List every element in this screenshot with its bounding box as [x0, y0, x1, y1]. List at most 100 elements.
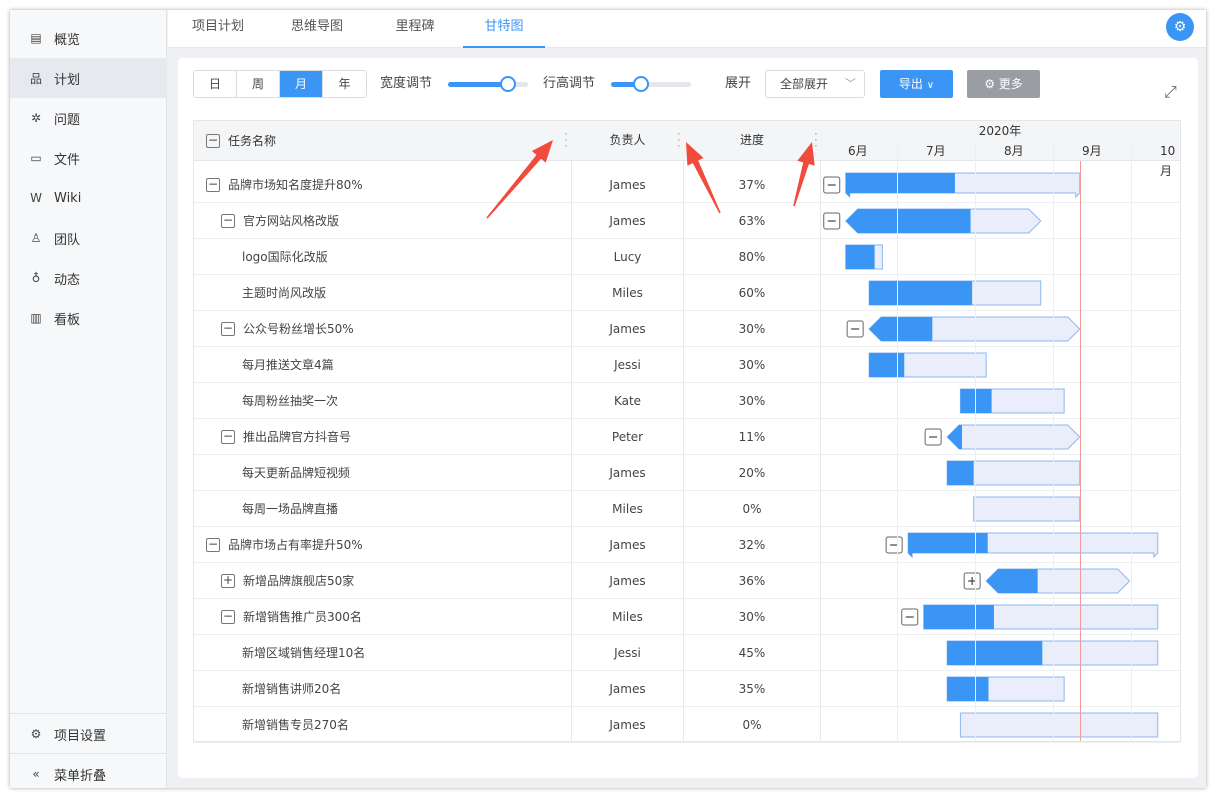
gantt-bar[interactable] [823, 172, 1081, 199]
table-row[interactable]: logo国际化改版 Lucy 80% [194, 239, 820, 275]
gantt-bar[interactable] [973, 496, 1081, 522]
gantt-bar[interactable] [868, 352, 987, 378]
task-owner: Jessi [614, 646, 641, 660]
column-resize-handle[interactable]: · · · [677, 128, 681, 152]
collapse-icon[interactable] [885, 536, 903, 554]
column-resize-handle[interactable]: · · · [814, 128, 818, 152]
collapse-menu-button[interactable]: « 菜单折叠 [10, 754, 167, 788]
table-row[interactable]: 新增区域销售经理10名 Jessi 45% [194, 635, 820, 671]
collapse-icon[interactable]: − [221, 430, 235, 444]
expand-select[interactable]: 全部展开 ﹀ [765, 70, 865, 98]
scale-button-0[interactable]: 日 [194, 71, 237, 97]
expand-icon[interactable]: + [221, 574, 235, 588]
bar-progress [960, 389, 992, 413]
task-name-cell: 每月推送文章4篇 [242, 347, 334, 383]
chart-row-line [821, 454, 1180, 455]
table-row[interactable]: − 品牌市场知名度提升80% James 37% [194, 167, 820, 203]
task-progress: 60% [738, 286, 766, 300]
scale-button-2[interactable]: 月 [280, 71, 323, 97]
table-row[interactable]: 每月推送文章4篇 Jessi 30% [194, 347, 820, 383]
owner-header: 负责人 [609, 133, 646, 147]
fullscreen-icon[interactable]: ⤢ [1164, 82, 1177, 102]
sidebar-item-issues[interactable]: ✲ 问题 [10, 98, 167, 138]
sidebar-item-overview[interactable]: ▤ 概览 [10, 18, 167, 58]
table-row[interactable]: − 推出品牌官方抖音号 Peter 11% [194, 419, 820, 455]
collapse-icon[interactable]: − [206, 178, 220, 192]
gantt-grid: − 任务名称 负责人 进度 · · · · · · · · · 2020年 − 品牌市场知名度… [193, 120, 1181, 743]
collapse-menu-label: 菜单折叠 [54, 768, 107, 784]
gantt-bar[interactable] [924, 424, 1081, 450]
task-name-cell: 每周粉丝抽奖一次 [242, 383, 338, 419]
table-row[interactable]: 新增销售讲师20名 James 35% [194, 671, 820, 707]
table-row[interactable]: 每周一场品牌直播 Miles 0% [194, 491, 820, 527]
gantt-bar[interactable] [846, 316, 1081, 342]
sidebar-item-plan[interactable]: 品计划 [10, 58, 167, 98]
board-icon: ▥ [30, 311, 42, 325]
collapse-icon[interactable] [901, 608, 919, 626]
width-slider[interactable] [448, 76, 528, 92]
row-height-slider-handle[interactable] [633, 76, 650, 92]
table-row[interactable]: − 公众号粉丝增长50% James 30% [194, 311, 820, 347]
app-window: ▤ 概览品计划 ✲ 问题 ▭ 文件 W Wiki ♙ 团队 ♁ 动态 ▥ 看板 ⚙ 项目设置 « 菜单折叠 ⚙ 项… [10, 10, 1206, 788]
tab-0[interactable]: 项目计划 [178, 10, 258, 48]
collapse-all-icon[interactable]: − [206, 134, 220, 148]
gantt-bar[interactable] [963, 568, 1131, 594]
task-name-cell: − 品牌市场知名度提升80% [206, 167, 363, 203]
sidebar-item-activity[interactable]: ♁ 动态 [10, 258, 167, 298]
gantt-bar[interactable] [885, 532, 1159, 559]
sidebar-item-board[interactable]: ▥ 看板 [10, 298, 167, 338]
gantt-bar[interactable] [946, 460, 1081, 486]
table-row[interactable]: + 新增品牌旗舰店50家 James 36% [194, 563, 820, 599]
table-row[interactable]: 每天更新品牌短视频 James 20% [194, 455, 820, 491]
collapse-icon[interactable]: − [221, 610, 235, 624]
column-resize-handle[interactable]: · · · [564, 128, 568, 152]
gear-icon[interactable]: ⚙ [1166, 13, 1194, 41]
collapse-icon[interactable] [823, 212, 841, 230]
table-row[interactable]: − 新增销售推广员300名 Miles 30% [194, 599, 820, 635]
export-button[interactable]: 导出 ∨ [880, 70, 953, 98]
tab-2[interactable]: 里程碑 [380, 10, 450, 48]
collapse-icon[interactable] [823, 176, 841, 194]
table-row[interactable]: 主题时尚风改版 Miles 60% [194, 275, 820, 311]
time-scale-group: 日周月年 [193, 70, 367, 98]
task-name-cell: 新增销售讲师20名 [242, 671, 341, 707]
export-label: 导出 [898, 77, 923, 91]
more-button[interactable]: ⚙ 更多 [967, 70, 1040, 98]
scale-button-3[interactable]: 年 [323, 71, 366, 97]
gantt-bar[interactable] [901, 604, 1159, 630]
task-owner: James [609, 718, 646, 732]
task-name: 每天更新品牌短视频 [242, 466, 351, 480]
bar-progress [947, 425, 962, 449]
collapse-icon[interactable] [924, 428, 942, 446]
expand-icon[interactable] [963, 572, 981, 590]
collapse-icon[interactable]: − [221, 214, 235, 228]
task-name: 每周粉丝抽奖一次 [242, 394, 339, 408]
table-row[interactable]: − 官方网站风格改版 James 63% [194, 203, 820, 239]
tab-1[interactable]: 思维导图 [276, 10, 358, 48]
gantt-bar[interactable] [959, 712, 1159, 738]
gantt-bar[interactable] [823, 208, 1042, 234]
collapse-icon[interactable]: − [221, 322, 235, 336]
gantt-bar[interactable] [868, 280, 1042, 306]
task-progress: 37% [738, 178, 766, 192]
row-height-slider[interactable] [611, 76, 691, 92]
scale-button-1[interactable]: 周 [237, 71, 280, 97]
sidebar-item-files[interactable]: ▭ 文件 [10, 138, 167, 178]
table-row[interactable]: 新增销售专员270名 James 0% [194, 707, 820, 743]
width-slider-handle[interactable] [500, 76, 516, 92]
task-owner: Lucy [613, 250, 642, 264]
tab-3[interactable]: 甘特图 [463, 10, 545, 48]
gantt-bar[interactable] [845, 244, 883, 270]
table-row[interactable]: − 品牌市场占有率提升50% James 32% [194, 527, 820, 563]
table-row[interactable]: 每周粉丝抽奖一次 Kate 30% [194, 383, 820, 419]
bar-progress [947, 461, 974, 485]
sidebar-item-team[interactable]: ♙ 团队 [10, 218, 167, 258]
gantt-bar[interactable] [946, 676, 1065, 702]
collapse-icon[interactable]: − [206, 538, 220, 552]
sidebar-item-label: Wiki [54, 190, 82, 206]
collapse-icon[interactable] [846, 320, 864, 338]
top-tabs: ⚙ 项目计划 思维导图 里程碑 甘特图 [168, 10, 1206, 48]
project-settings-button[interactable]: ⚙ 项目设置 [10, 714, 167, 754]
chart-row-line [821, 418, 1180, 419]
sidebar-item-wiki[interactable]: W Wiki [10, 178, 167, 218]
